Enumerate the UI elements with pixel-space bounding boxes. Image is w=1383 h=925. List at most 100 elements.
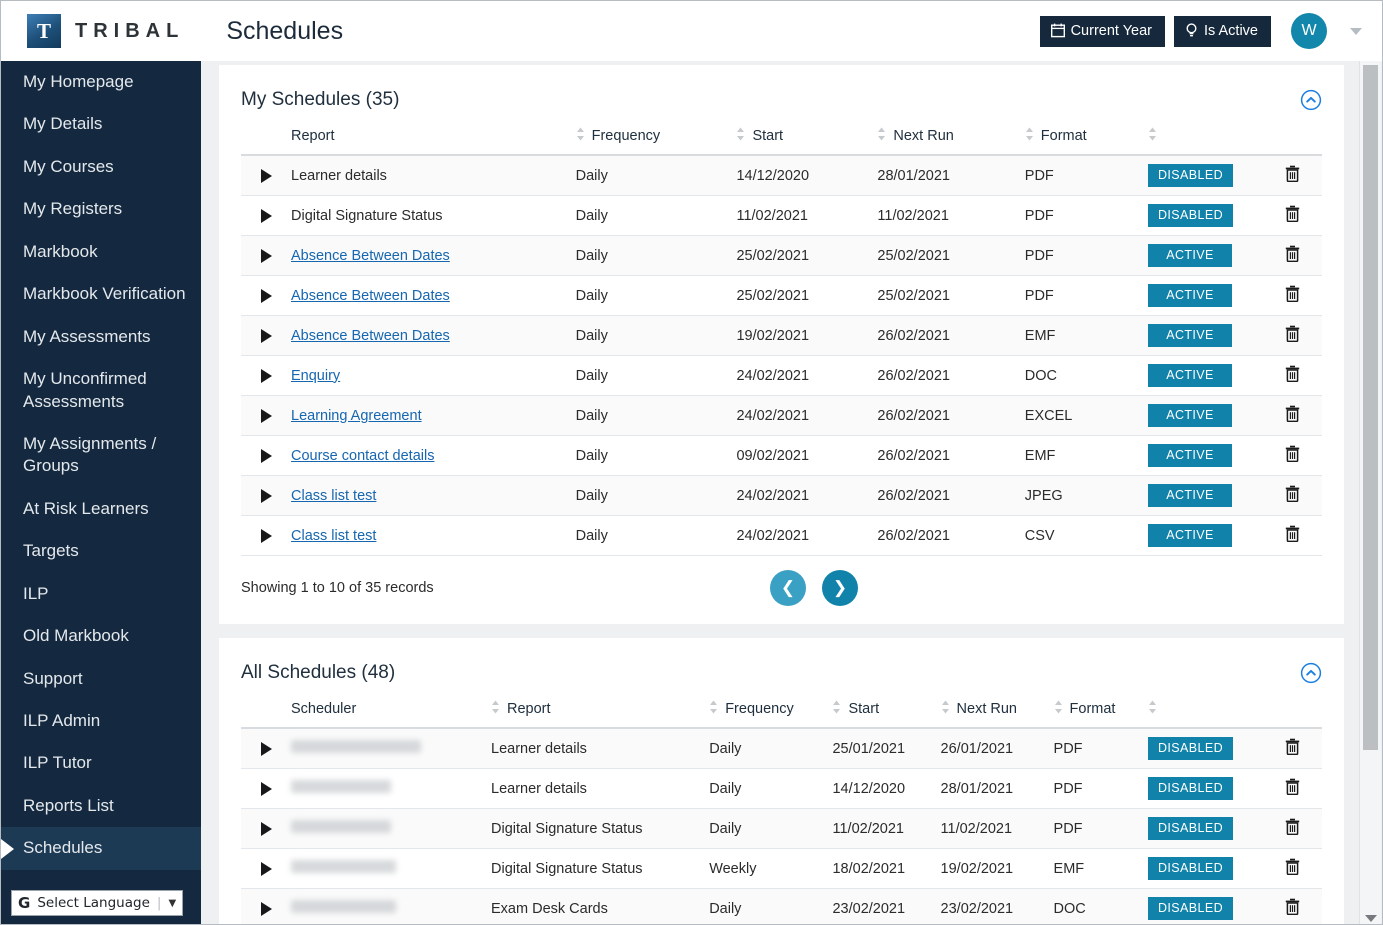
table-row[interactable]: Digital Signature Status Daily 11/02/2021 1…: [241, 195, 1322, 236]
report-link[interactable]: Absence Between Dates: [291, 248, 450, 264]
expand-row-triangle-icon[interactable]: [261, 488, 272, 503]
sort-arrows-icon[interactable]: [736, 127, 745, 145]
page-scrollbar[interactable]: [1359, 51, 1381, 924]
sort-arrows-icon[interactable]: [832, 700, 841, 718]
sidebar-item-my-assignments-groups[interactable]: My Assignments / Groups: [1, 423, 201, 488]
status-badge[interactable]: DISABLED: [1148, 777, 1234, 800]
column-header-start[interactable]: Start: [826, 690, 935, 729]
next-page-button[interactable]: ❯: [822, 570, 858, 606]
sidebar-item-my-courses[interactable]: My Courses: [1, 146, 201, 188]
expand-row-triangle-icon[interactable]: [261, 248, 272, 263]
status-badge[interactable]: DISABLED: [1148, 857, 1234, 880]
report-link[interactable]: Class list test: [291, 528, 376, 544]
delete-icon[interactable]: [1285, 525, 1300, 543]
status-badge[interactable]: DISABLED: [1148, 897, 1234, 920]
table-row[interactable]: Class list test Daily 24/02/2021 26/02/2021…: [241, 515, 1322, 556]
column-header-frequency[interactable]: Frequency: [569, 117, 731, 156]
scroll-down-arrow-icon[interactable]: [1365, 915, 1377, 922]
status-badge[interactable]: ACTIVE: [1148, 324, 1232, 347]
delete-icon[interactable]: [1285, 858, 1300, 876]
sidebar-item-my-unconfirmed-assessments[interactable]: My Unconfirmed Assessments: [1, 358, 201, 423]
status-badge[interactable]: DISABLED: [1148, 164, 1234, 187]
expand-row-triangle-icon[interactable]: [261, 408, 272, 423]
status-badge[interactable]: DISABLED: [1148, 817, 1234, 840]
table-row[interactable]: Absence Between Dates Daily 19/02/2021 26/0…: [241, 315, 1322, 356]
table-row[interactable]: Exam Desk Cards Daily 23/02/2021 23/02/2021…: [241, 888, 1322, 924]
report-link[interactable]: Absence Between Dates: [291, 288, 450, 304]
column-header-format[interactable]: Format: [1047, 690, 1142, 729]
column-header-frequency[interactable]: Frequency: [703, 690, 827, 729]
sort-arrows-icon[interactable]: [1148, 700, 1157, 718]
status-badge[interactable]: ACTIVE: [1148, 444, 1232, 467]
sidebar-item-targets[interactable]: Targets: [1, 530, 201, 572]
current-year-button[interactable]: Current Year: [1039, 15, 1165, 47]
user-avatar[interactable]: W: [1291, 13, 1327, 49]
table-row[interactable]: Digital Signature Status Weekly 18/02/2021…: [241, 848, 1322, 889]
column-header-format[interactable]: Format: [1018, 117, 1142, 156]
expand-row-triangle-icon[interactable]: [261, 821, 272, 836]
expand-row-triangle-icon[interactable]: [261, 208, 272, 223]
status-badge[interactable]: DISABLED: [1148, 737, 1234, 760]
sidebar-item-markbook-verification[interactable]: Markbook Verification: [1, 273, 201, 315]
expand-row-triangle-icon[interactable]: [261, 741, 272, 756]
status-badge[interactable]: ACTIVE: [1148, 284, 1232, 307]
table-row[interactable]: Learner details Daily 14/12/2020 28/01/2021…: [241, 768, 1322, 809]
column-header-scheduler[interactable]: Scheduler: [285, 690, 485, 729]
report-link[interactable]: Absence Between Dates: [291, 328, 450, 344]
sort-arrows-icon[interactable]: [1148, 127, 1157, 145]
column-header-report[interactable]: Report: [285, 117, 570, 156]
table-row[interactable]: Absence Between Dates Daily 25/02/2021 25/0…: [241, 275, 1322, 316]
delete-icon[interactable]: [1285, 405, 1300, 423]
table-row[interactable]: Class list test Daily 24/02/2021 26/02/2021…: [241, 475, 1322, 516]
delete-icon[interactable]: [1285, 285, 1300, 303]
sidebar-item-markbook[interactable]: Markbook: [1, 231, 201, 273]
delete-icon[interactable]: [1285, 818, 1300, 836]
report-link[interactable]: Class list test: [291, 488, 376, 504]
delete-icon[interactable]: [1285, 325, 1300, 343]
column-header-next-run[interactable]: Next Run: [934, 690, 1048, 729]
previous-page-button[interactable]: ❮: [770, 570, 806, 606]
sidebar-item-support[interactable]: Support: [1, 658, 201, 700]
table-row[interactable]: Course contact details Daily 09/02/2021 26/…: [241, 435, 1322, 476]
sidebar-item-old-markbook[interactable]: Old Markbook: [1, 615, 201, 657]
status-badge[interactable]: ACTIVE: [1148, 404, 1232, 427]
expand-row-triangle-icon[interactable]: [261, 861, 272, 876]
delete-icon[interactable]: [1285, 445, 1300, 463]
table-row[interactable]: Absence Between Dates Daily 25/02/2021 25/0…: [241, 235, 1322, 276]
delete-icon[interactable]: [1285, 738, 1300, 756]
sort-arrows-icon[interactable]: [491, 700, 500, 718]
expand-row-triangle-icon[interactable]: [261, 528, 272, 543]
delete-icon[interactable]: [1285, 165, 1300, 183]
report-link[interactable]: Course contact details: [291, 448, 434, 464]
google-translate-select-language[interactable]: G Select Language | ▼: [11, 890, 184, 916]
sort-arrows-icon[interactable]: [1025, 127, 1034, 145]
expand-row-triangle-icon[interactable]: [261, 781, 272, 796]
table-row[interactable]: Learner details Daily 14/12/2020 28/01/2021…: [241, 155, 1322, 196]
delete-icon[interactable]: [1285, 485, 1300, 503]
table-row[interactable]: Enquiry Daily 24/02/2021 26/02/2021 DOC ACTIV…: [241, 355, 1322, 396]
sidebar-item-my-registers[interactable]: My Registers: [1, 188, 201, 230]
table-row[interactable]: Learner details Daily 25/01/2021 26/01/2021…: [241, 728, 1322, 769]
expand-row-triangle-icon[interactable]: [261, 368, 272, 383]
status-badge[interactable]: ACTIVE: [1148, 244, 1232, 267]
report-link[interactable]: Learning Agreement: [291, 408, 422, 424]
sort-arrows-icon[interactable]: [941, 700, 950, 718]
delete-icon[interactable]: [1285, 245, 1300, 263]
sort-arrows-icon[interactable]: [1054, 700, 1063, 718]
sidebar-item-at-risk-learners[interactable]: At Risk Learners: [1, 488, 201, 530]
sidebar-item-ilp-tutor[interactable]: ILP Tutor: [1, 742, 201, 784]
delete-icon[interactable]: [1285, 205, 1300, 223]
sidebar-item-my-homepage[interactable]: My Homepage: [1, 61, 201, 103]
expand-row-triangle-icon[interactable]: [261, 168, 272, 183]
sort-arrows-icon[interactable]: [877, 127, 886, 145]
expand-row-triangle-icon[interactable]: [261, 288, 272, 303]
status-badge[interactable]: DISABLED: [1148, 204, 1234, 227]
chevron-down-icon[interactable]: [1350, 27, 1362, 35]
delete-icon[interactable]: [1285, 898, 1300, 916]
status-badge[interactable]: ACTIVE: [1148, 364, 1232, 387]
collapse-toggle-my-schedules[interactable]: [1300, 89, 1322, 111]
column-header-start[interactable]: Start: [730, 117, 872, 156]
sidebar-item-my-details[interactable]: My Details: [1, 103, 201, 145]
sort-arrows-icon[interactable]: [576, 127, 585, 145]
column-header-report[interactable]: Report: [485, 690, 704, 729]
